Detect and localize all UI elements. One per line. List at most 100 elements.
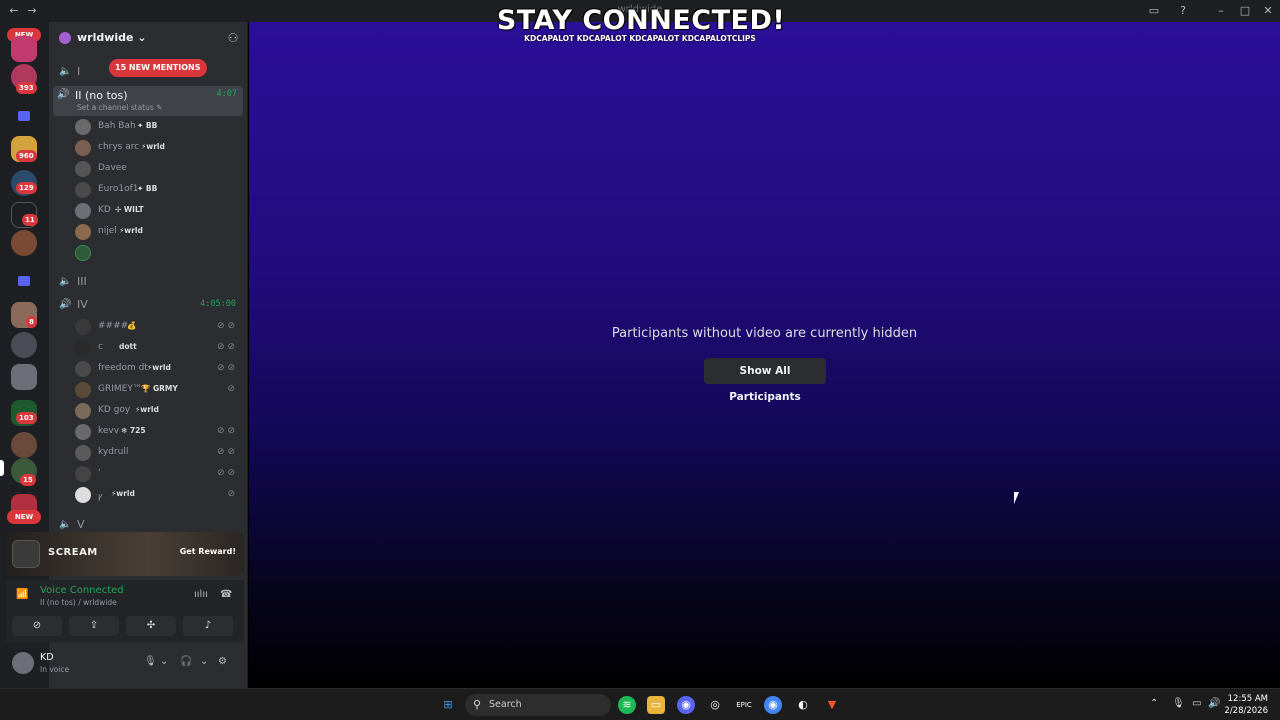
server-icon[interactable] [11, 432, 37, 458]
new-mentions-pill[interactable]: 15 NEW MENTIONS [109, 59, 207, 77]
voice-channel-4[interactable]: 🔊 IV 4:05:00 [55, 296, 242, 314]
unread-badge: 960 [16, 150, 37, 162]
folder-icon[interactable] [18, 111, 30, 121]
quest-promo-banner[interactable]: SCREAM Get Reward! [6, 532, 244, 576]
member-tag: ⚡wrld [135, 405, 159, 414]
headphones-icon[interactable]: 🎧 [180, 656, 192, 667]
username[interactable]: KD [40, 652, 54, 663]
inbox-icon[interactable]: ▭ [1146, 3, 1162, 19]
display-icon[interactable]: ▭ [1192, 698, 1201, 709]
get-reward-button[interactable]: Get Reward! [180, 547, 236, 556]
voice-member[interactable]: Davee [75, 160, 235, 178]
channel-name: III [77, 275, 87, 288]
avatar [75, 424, 91, 440]
server-icon[interactable] [11, 332, 37, 358]
selected-server-indicator [0, 460, 4, 476]
taskbar-search[interactable]: ⚲ Search [465, 694, 611, 716]
volume-icon[interactable]: 🔊 [1208, 698, 1220, 709]
promo-title: SCREAM [48, 547, 98, 558]
voice-member[interactable]: GRIMEY™ 🏆 GRMY ⊘ [75, 381, 235, 399]
member-name: kevv [98, 426, 120, 436]
avatar [75, 245, 91, 261]
disconnect-icon[interactable]: ☎ [220, 589, 232, 600]
voice-member[interactable]: Bah Bah ✦ BB [75, 118, 235, 136]
chevron-down-icon[interactable]: ⌄ [200, 656, 208, 667]
server-icon[interactable] [11, 364, 37, 390]
system-clock[interactable]: 12:55 AM 2/28/2026 [1224, 693, 1268, 717]
chrome-icon[interactable]: ◉ [764, 696, 782, 714]
voice-channel-3[interactable]: 🔈 III [55, 273, 242, 291]
voice-member[interactable]: chrys arc ⚡wrld [75, 139, 235, 157]
server-icon[interactable] [11, 36, 37, 62]
discord-icon[interactable]: ◉ [677, 696, 695, 714]
avatar [75, 224, 91, 240]
muted-deafened-icon: ⊘ ⊘ [217, 426, 235, 436]
avatar [75, 161, 91, 177]
voice-channel-2[interactable]: 🔊 II (no tos) 4:07 Set a channel status … [53, 86, 243, 116]
unread-badge: 129 [16, 182, 37, 194]
voice-member[interactable]: KD ✢ WILT [75, 202, 235, 220]
folder-icon[interactable] [18, 276, 30, 286]
obs-icon[interactable]: ◎ [706, 696, 724, 714]
avatar[interactable] [12, 652, 34, 674]
voice-member[interactable]: kevv ❄ 725 ⊘ ⊘ [75, 423, 235, 441]
activities-button[interactable]: ✣ [126, 616, 176, 636]
member-name: c [98, 342, 103, 352]
member-tag: dott [119, 342, 137, 351]
maximize-icon[interactable]: □ [1237, 3, 1253, 19]
avatar [75, 382, 91, 398]
channel-status[interactable]: Set a channel status ✎ [77, 103, 162, 112]
channel-name: V [77, 518, 85, 531]
microphone-icon[interactable]: 🎙 [1172, 698, 1185, 709]
minimize-icon[interactable]: – [1213, 3, 1229, 19]
app-icon[interactable]: ◐ [794, 696, 812, 714]
forward-arrow-icon[interactable]: → [24, 3, 40, 19]
server-header[interactable]: wrldwide ⌄ ⚇ [49, 22, 248, 54]
voice-member[interactable]: nijel ⚡wrld [75, 223, 235, 241]
voice-member[interactable]: ' ⊘ ⊘ [75, 465, 235, 483]
show-all-participants-button[interactable]: Show All Participants [704, 358, 826, 403]
avatar [75, 319, 91, 335]
help-icon[interactable]: ? [1175, 3, 1191, 19]
member-tag: ⚡wrld [119, 226, 143, 235]
voice-channel-path[interactable]: II (no tos) / wrldwide [40, 598, 117, 607]
voice-status[interactable]: Voice Connected [40, 585, 124, 596]
avatar [75, 466, 91, 482]
windows-start-icon[interactable]: ⊞ [439, 696, 457, 714]
chevron-down-icon[interactable]: ⌄ [160, 656, 168, 667]
unread-badge: 15 [20, 474, 36, 486]
microphone-icon[interactable]: 🎙 [144, 656, 157, 667]
invite-icon[interactable]: ⚇ [226, 31, 240, 45]
member-name: chrys arc [98, 142, 140, 152]
screen-share-button[interactable]: ⇪ [69, 616, 119, 636]
avatar [75, 119, 91, 135]
voice-member[interactable]: KD goy ⚡wrld [75, 402, 235, 420]
channel-name: IV [77, 298, 88, 311]
channel-timer: 4:07 [216, 89, 237, 99]
member-name: KD goy [98, 405, 131, 415]
close-icon[interactable]: ✕ [1260, 3, 1276, 19]
server-icon[interactable] [11, 230, 37, 256]
back-arrow-icon[interactable]: ← [6, 3, 22, 19]
user-panel: KD In voice 🎙 ⌄ 🎧 ⌄ ⚙ [6, 646, 244, 682]
spotify-icon[interactable]: ≋ [618, 696, 636, 714]
chevron-up-icon[interactable]: ⌃ [1150, 698, 1158, 709]
voice-member[interactable]: freedom dt ⚡wrld ⊘ ⊘ [75, 360, 235, 378]
epic-games-icon[interactable]: EPIC [735, 696, 753, 714]
voice-member[interactable]: ꝩ ⚡wrld ⊘ [75, 486, 235, 504]
file-explorer-icon[interactable]: ▭ [647, 696, 665, 714]
voice-member[interactable]: c dott ⊘ ⊘ [75, 339, 235, 357]
brave-icon[interactable]: ▼ [823, 696, 841, 714]
camera-off-button[interactable]: ⊘ [12, 616, 62, 636]
signal-icon[interactable]: 📶 [16, 589, 28, 601]
voice-member[interactable]: #### 💰 ⊘ ⊘ [75, 318, 235, 336]
search-input[interactable]: Search [489, 699, 522, 710]
avatar [75, 182, 91, 198]
settings-gear-icon[interactable]: ⚙ [218, 656, 227, 667]
new-unreads-pill[interactable]: NEW [7, 510, 41, 524]
voice-member[interactable] [75, 244, 235, 262]
soundboard-button[interactable]: ♪ [183, 616, 233, 636]
voice-member[interactable]: Euro1of1 ✦ BB [75, 181, 235, 199]
voice-member[interactable]: kydrull ⊘ ⊘ [75, 444, 235, 462]
noise-suppression-icon[interactable]: ıılıı [194, 589, 208, 600]
